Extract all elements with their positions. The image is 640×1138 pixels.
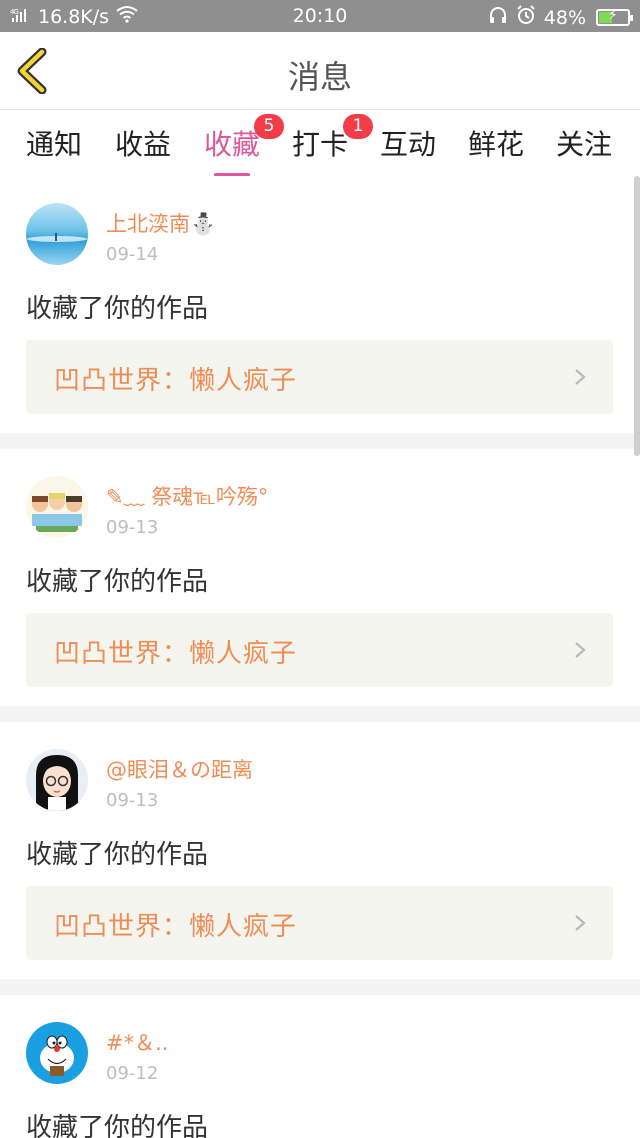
timestamp: 09-14 xyxy=(106,244,159,265)
tab-bar: 通知 收益 收藏 5 打卡 1 互动 鲜花 关注 xyxy=(0,111,640,177)
timestamp: 09-12 xyxy=(106,1063,159,1084)
battery-percent: 48% xyxy=(543,6,586,29)
chevron-right-icon xyxy=(575,642,586,658)
list-item: 上北湙南⛄ 09-14 收藏了你的作品 凹凸世界：懒人疯子 xyxy=(0,176,634,432)
list-item: #*＆.. 09-12 收藏了你的作品 xyxy=(0,995,634,1138)
unread-badge: 5 xyxy=(254,114,284,139)
tab-checkin[interactable]: 打卡 1 xyxy=(292,114,373,163)
chevron-right-icon xyxy=(575,915,586,931)
action-text: 收藏了你的作品 xyxy=(26,1113,209,1138)
work-link[interactable]: 凹凸世界：懒人疯子 xyxy=(26,340,613,414)
tab-label: 收益 xyxy=(115,128,172,161)
tab-earnings[interactable]: 收益 xyxy=(115,123,171,163)
tab-interaction[interactable]: 互动 xyxy=(380,123,436,163)
divider xyxy=(0,706,640,722)
work-link[interactable]: 凹凸世界：懒人疯子 xyxy=(26,886,613,960)
anime-girl-avatar[interactable] xyxy=(26,749,88,811)
username[interactable]: #*＆.. xyxy=(106,1027,168,1057)
work-title: 凹凸世界：懒人疯子 xyxy=(54,912,298,942)
list-item: @眼泪＆の距离 09-13 收藏了你的作品 凹凸世界：懒人疯子 xyxy=(0,722,634,979)
doraemon-avatar[interactable] xyxy=(26,1022,88,1084)
tab-label: 互动 xyxy=(380,128,437,161)
username[interactable]: @眼泪＆の距离 xyxy=(106,754,253,784)
action-text: 收藏了你的作品 xyxy=(26,567,209,597)
page-title: 消息 xyxy=(287,58,352,96)
work-title: 凹凸世界：懒人疯子 xyxy=(54,639,298,669)
username[interactable]: 上北湙南⛄ xyxy=(106,208,216,238)
tab-label: 关注 xyxy=(556,128,613,161)
work-title: 凹凸世界：懒人疯子 xyxy=(54,366,298,396)
sky-landscape-avatar[interactable] xyxy=(26,203,88,265)
status-bar: 4G 16.8K/s 20:10 48% ⚡ xyxy=(0,0,640,32)
divider xyxy=(0,979,640,995)
divider xyxy=(0,433,640,449)
list-item: ✎﹏ 祭魂℡吟殇° 09-13 收藏了你的作品 凹凸世界：懒人疯子 xyxy=(0,449,634,706)
battery-charging-icon: ⚡ xyxy=(596,8,633,26)
tab-label: 通知 xyxy=(26,128,83,161)
tab-favorites[interactable]: 收藏 5 xyxy=(204,114,284,177)
nav-bar: 消息 xyxy=(0,32,640,110)
tab-flowers[interactable]: 鲜花 xyxy=(468,123,524,163)
username[interactable]: ✎﹏ 祭魂℡吟殇° xyxy=(106,481,268,511)
scrollbar[interactable] xyxy=(634,176,640,456)
chevron-right-icon xyxy=(575,369,586,385)
action-text: 收藏了你的作品 xyxy=(26,294,209,324)
timestamp: 09-13 xyxy=(106,517,159,538)
tab-label: 收藏 xyxy=(204,128,261,161)
bolt-icon: ⚡ xyxy=(608,8,618,23)
tab-notifications[interactable]: 通知 xyxy=(26,123,82,163)
timestamp: 09-13 xyxy=(106,790,159,811)
tab-label: 鲜花 xyxy=(468,128,525,161)
tab-following[interactable]: 关注 xyxy=(556,123,612,163)
work-link[interactable]: 凹凸世界：懒人疯子 xyxy=(26,613,613,687)
tab-label: 打卡 xyxy=(292,128,349,161)
unread-badge: 1 xyxy=(343,114,373,139)
headphones-icon xyxy=(488,6,508,29)
cartoon-group-avatar[interactable] xyxy=(26,476,88,538)
action-text: 收藏了你的作品 xyxy=(26,840,209,870)
alarm-icon xyxy=(516,5,536,30)
